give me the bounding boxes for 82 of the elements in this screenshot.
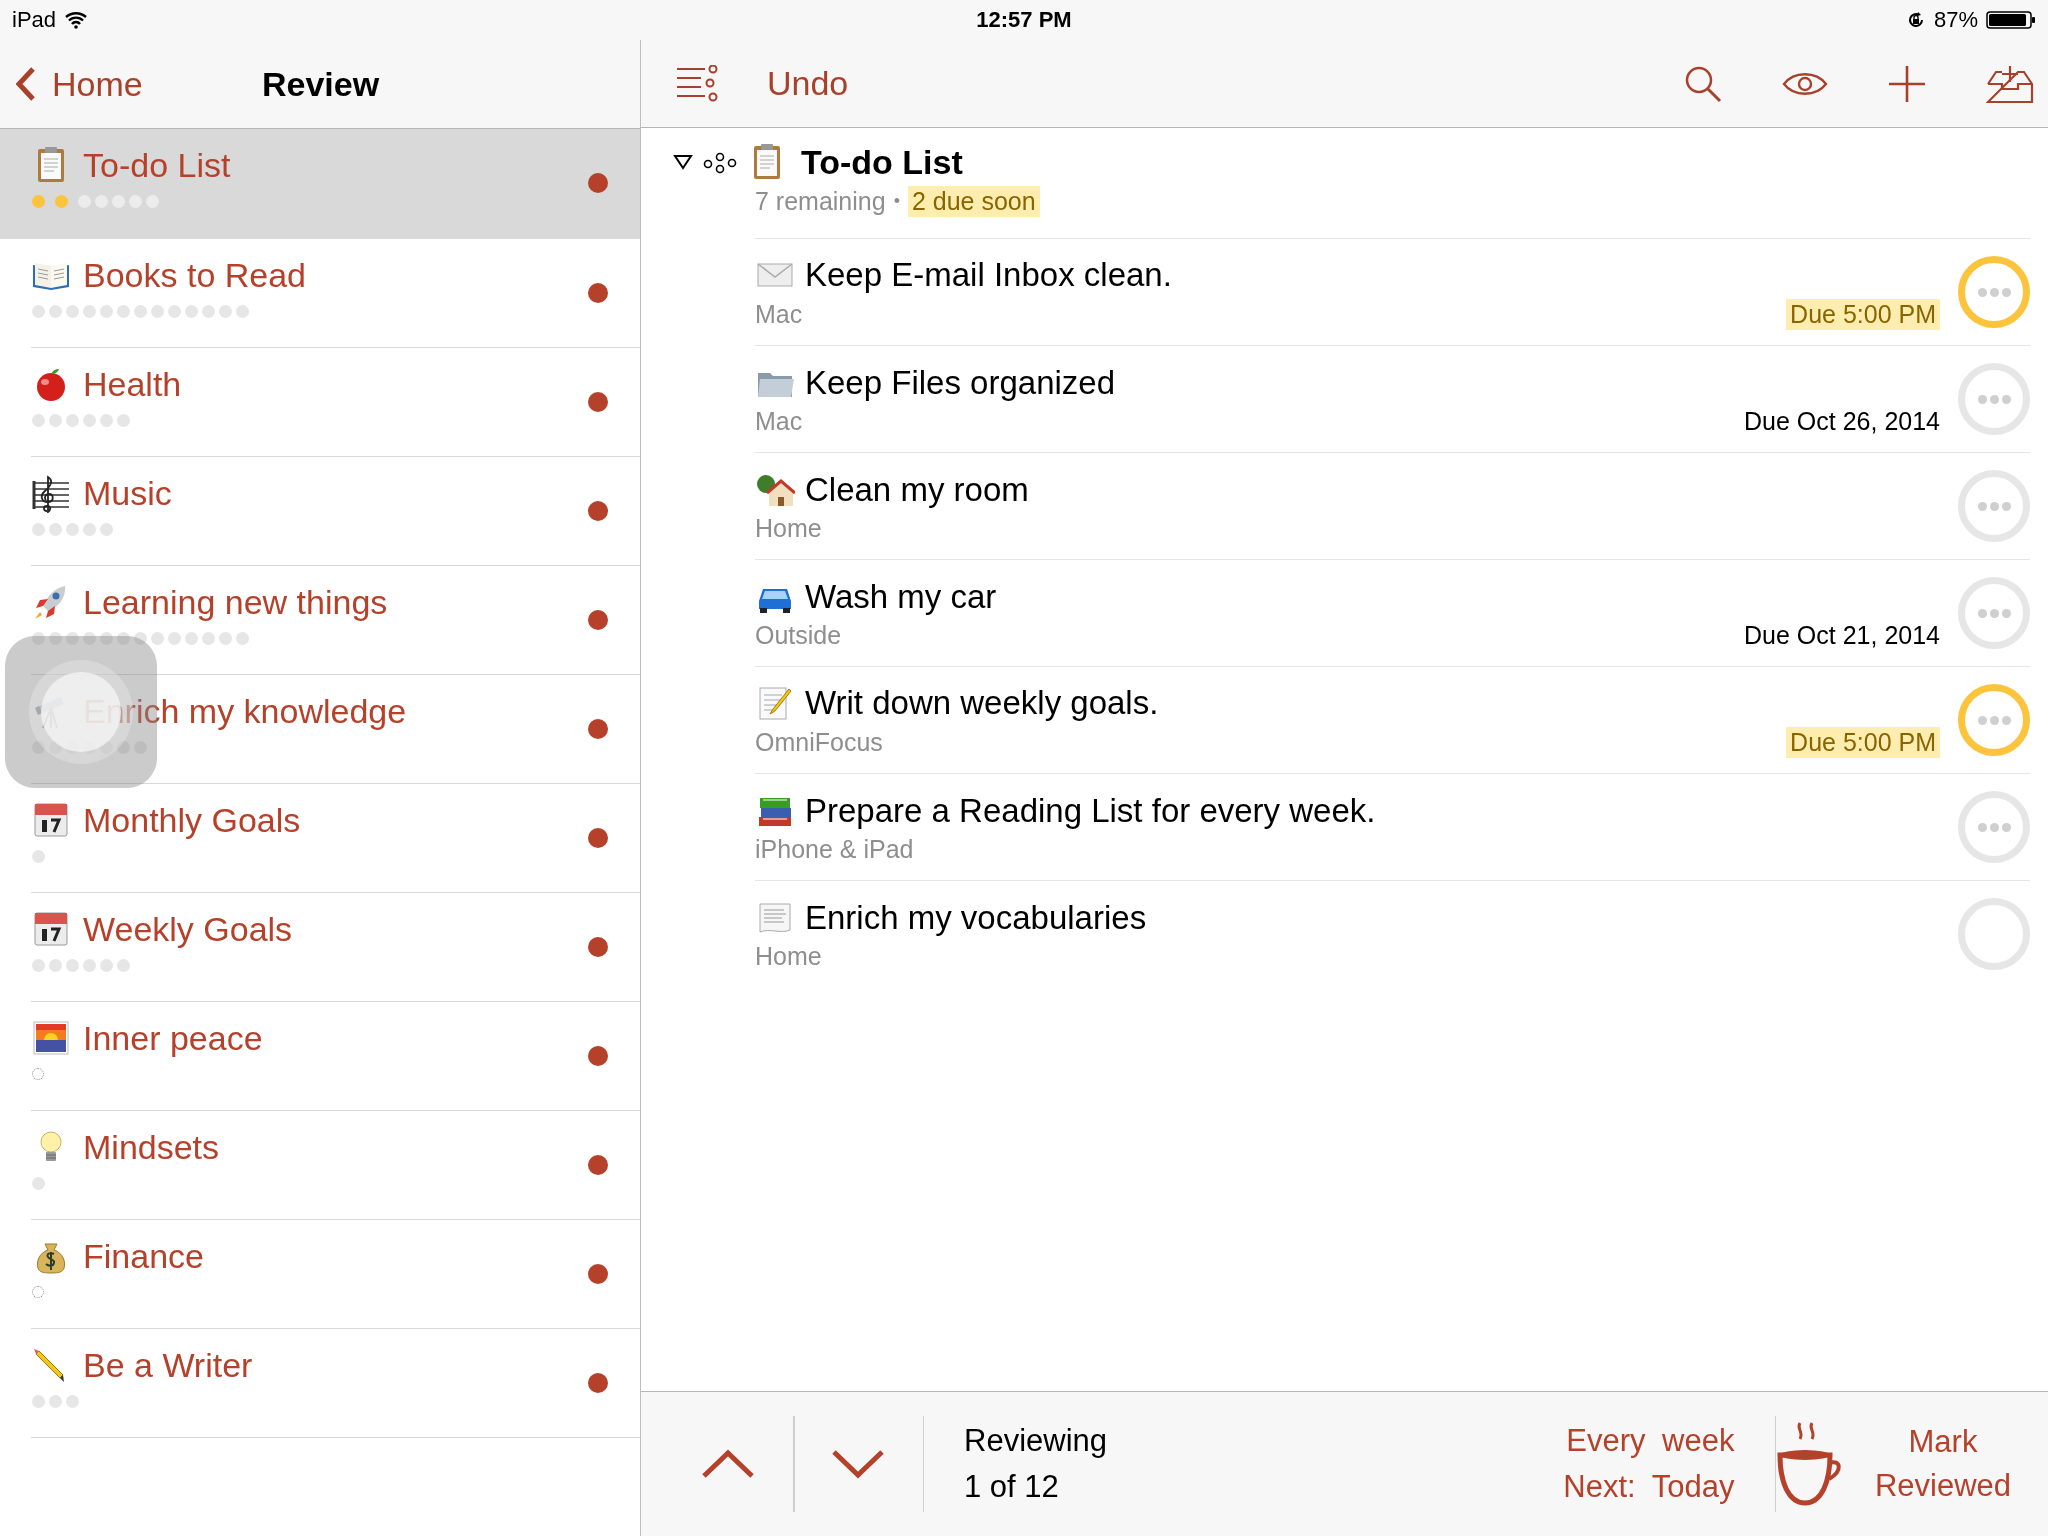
calendar-icon: [31, 800, 71, 840]
due-date: Due 5:00 PM: [1786, 726, 1940, 758]
project-title: Books to Read: [83, 255, 307, 295]
review-dot: [588, 1373, 608, 1393]
undo-button[interactable]: Undo: [767, 64, 849, 103]
due-soon-badge: 2 due soon: [907, 186, 1040, 217]
project-title: Monthly Goals: [83, 800, 301, 840]
separator-dot: •: [893, 191, 900, 212]
wifi-icon: [64, 11, 89, 29]
task-title: Wash my car: [805, 577, 997, 616]
project-title: Learning new things: [83, 582, 388, 622]
remaining-count: 7 remaining: [755, 187, 886, 216]
project-title: Finance: [83, 1236, 204, 1276]
review-dot: [588, 283, 608, 303]
music-staff-icon: [31, 473, 71, 513]
search-icon[interactable]: [1684, 64, 1722, 103]
review-dot: [588, 1155, 608, 1175]
project-item[interactable]: Books to Read: [31, 239, 640, 348]
task-context: iPhone & iPad: [755, 834, 914, 864]
review-dot: [588, 1046, 608, 1066]
status-time: 12:57 PM: [976, 7, 1072, 33]
task-context: Mac: [755, 406, 803, 436]
task-title: Clean my room: [805, 470, 1029, 509]
device-name: iPad: [12, 7, 57, 33]
due-date: Due Oct 26, 2014: [1744, 406, 1940, 436]
battery-percent: 87%: [1933, 7, 1978, 33]
project-item[interactable]: Be a Writer: [31, 1329, 640, 1438]
menu-icon[interactable]: [675, 64, 719, 103]
project-item[interactable]: Finance: [31, 1220, 640, 1329]
project-item[interactable]: Inner peace: [31, 1002, 640, 1111]
project-item[interactable]: Health: [31, 348, 640, 457]
project-title: Be a Writer: [83, 1345, 253, 1385]
project-title: To-do List: [801, 142, 963, 182]
next-review[interactable]: Next: Today: [1563, 1469, 1735, 1505]
review-dot: [588, 173, 608, 193]
task-title: Keep Files organized: [805, 363, 1116, 402]
review-interval[interactable]: Every week: [1566, 1423, 1735, 1459]
task-context: Outside: [755, 620, 842, 650]
project-title: Health: [83, 364, 182, 404]
task-title: Prepare a Reading List for every week.: [805, 791, 1376, 830]
project-title: Inner peace: [83, 1018, 263, 1058]
chevron-up-icon: [701, 1449, 755, 1479]
chevron-down-icon: [830, 1449, 885, 1479]
battery-icon: [1986, 10, 2036, 30]
review-dot: [588, 719, 608, 739]
project-item[interactable]: Music: [31, 457, 640, 566]
review-position: 1 of 12: [964, 1469, 1060, 1505]
project-item[interactable]: Monthly Goals: [31, 784, 640, 893]
due-date: Due Oct 21, 2014: [1744, 620, 1940, 650]
project-title: Music: [83, 473, 172, 513]
review-status: Reviewing: [964, 1423, 1107, 1459]
review-dot: [588, 937, 608, 957]
review-dot: [588, 828, 608, 848]
task-context: Home: [755, 513, 822, 543]
task-context: Home: [755, 941, 822, 971]
calendar-icon: [31, 909, 71, 949]
task-title: Writ down weekly goals.: [805, 683, 1159, 722]
inbox-add-icon[interactable]: [1986, 63, 2034, 104]
back-button[interactable]: Home: [0, 64, 143, 104]
due-date: Due 5:00 PM: [1786, 298, 1940, 330]
project-title: Mindsets: [83, 1127, 220, 1167]
task-title: Enrich my vocabularies: [805, 898, 1147, 937]
project-group-icon: [703, 150, 737, 174]
review-dot: [588, 610, 608, 630]
project-item[interactable]: Mindsets: [31, 1111, 640, 1220]
add-icon[interactable]: [1888, 64, 1926, 103]
mark-reviewed-button[interactable]: Mark Reviewed: [1858, 1420, 2028, 1508]
review-dot: [588, 1264, 608, 1284]
project-item[interactable]: Weekly Goals: [31, 893, 640, 1002]
project-item[interactable]: To-do List: [0, 129, 640, 239]
task-context: OmniFocus: [755, 727, 883, 757]
review-dot: [588, 392, 608, 412]
project-title: To-do List: [83, 145, 231, 185]
task-title: Keep E-mail Inbox clean.: [805, 255, 1172, 294]
review-dot: [588, 501, 608, 521]
project-title: Weekly Goals: [83, 909, 293, 949]
task-context: Mac: [755, 299, 803, 329]
project-item[interactable]: Learning new things: [31, 566, 640, 675]
sunset-icon: [31, 1018, 71, 1058]
back-chevron-icon: [16, 67, 36, 101]
disclosure-triangle-icon[interactable]: [673, 154, 693, 170]
nav-title: Review: [262, 64, 380, 104]
